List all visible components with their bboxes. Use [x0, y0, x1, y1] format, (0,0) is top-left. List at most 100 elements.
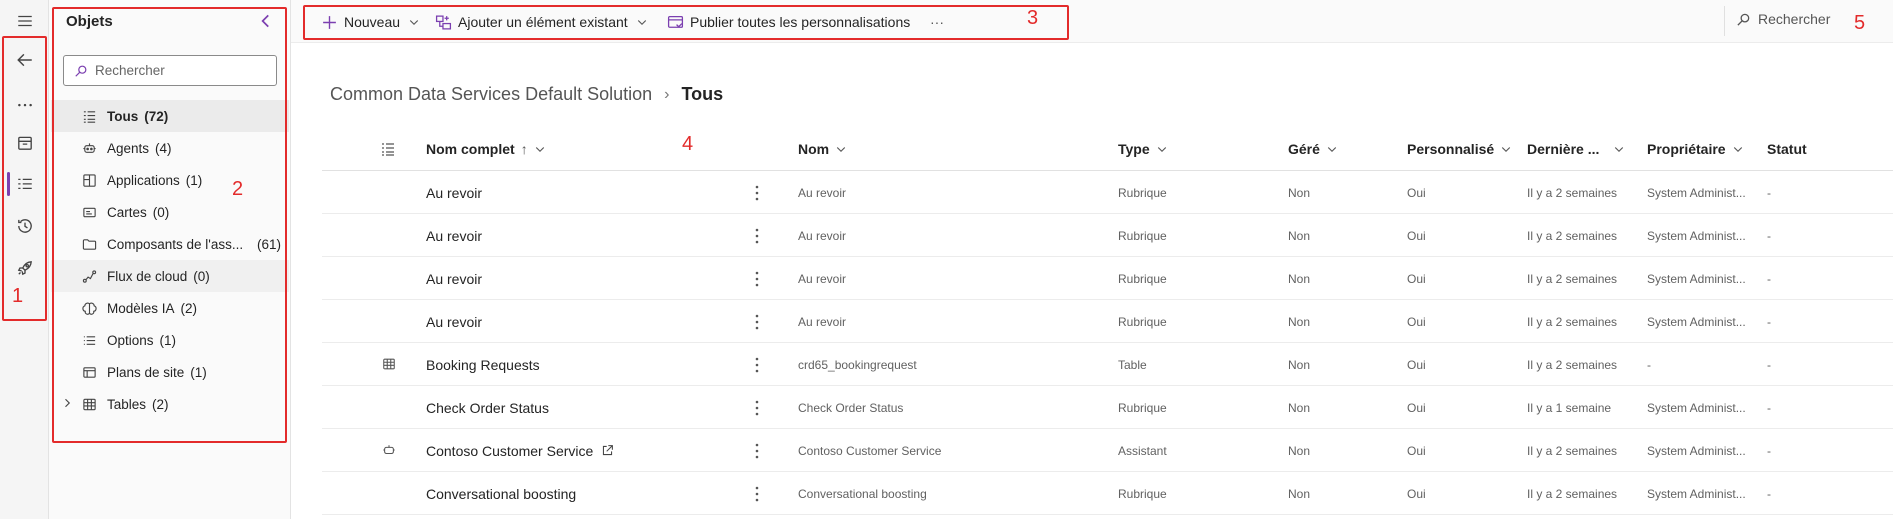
nav-item-agents[interactable]: Agents (4): [51, 132, 289, 164]
cell-name: Au revoir: [798, 314, 847, 329]
table-row[interactable]: Au revoir Au revoir Rubrique Non Oui Il …: [322, 257, 1893, 300]
collapse-chevron-icon[interactable]: [257, 12, 275, 30]
column-header-label: Géré: [1288, 141, 1320, 157]
cell-full-name[interactable]: Check Order Status: [426, 386, 549, 429]
sidebar-search-input[interactable]: Rechercher: [63, 55, 277, 86]
cell-customized: Oui: [1407, 486, 1426, 501]
folder-icon: [81, 236, 97, 252]
solution-package-icon[interactable]: [12, 130, 38, 156]
column-header-label: Nom: [798, 141, 830, 157]
objects-sidebar: Objets Rechercher Tous (72) Agents (4) A…: [49, 0, 291, 519]
add-existing-button[interactable]: Ajouter un élément existant: [435, 11, 648, 33]
nav-item-tables[interactable]: Tables (2): [51, 388, 289, 420]
nav-item-all[interactable]: Tous (72): [51, 100, 289, 132]
sidebar-search-placeholder: Rechercher: [95, 63, 165, 78]
nav-item-count: (61): [256, 236, 281, 252]
table-row[interactable]: Au revoir Au revoir Rubrique Non Oui Il …: [322, 171, 1893, 214]
cell-full-name[interactable]: Au revoir: [426, 300, 482, 343]
nav-item-cards[interactable]: Cartes (0): [51, 196, 289, 228]
row-more-icon[interactable]: [754, 226, 760, 246]
global-search-button[interactable]: Rechercher: [1736, 11, 1830, 27]
table-row[interactable]: Au revoir Au revoir Rubrique Non Oui Il …: [322, 300, 1893, 343]
open-external-icon[interactable]: [601, 444, 614, 457]
row-more-icon[interactable]: [754, 484, 760, 504]
cell-type: Rubrique: [1118, 271, 1167, 286]
row-more-icon[interactable]: [754, 269, 760, 289]
column-header-managed[interactable]: Géré: [1288, 128, 1338, 170]
breadcrumb-current: Tous: [681, 84, 724, 104]
nav-item-ai-models[interactable]: Modèles IA (2): [51, 292, 289, 324]
nav-item-site-maps[interactable]: Plans de site (1): [51, 356, 289, 388]
cell-owner: System Administ...: [1647, 314, 1746, 329]
publish-all-button[interactable]: Publier toutes les personnalisations: [667, 11, 910, 33]
table-row[interactable]: Conversational boosting Conversational b…: [322, 472, 1893, 515]
cell-modified: Il y a 2 semaines: [1527, 357, 1618, 372]
row-more-icon[interactable]: [754, 183, 760, 203]
row-more-icon[interactable]: [754, 355, 760, 375]
breadcrumb-parent[interactable]: Common Data Services Default Solution: [330, 84, 652, 105]
history-icon[interactable]: [12, 213, 38, 239]
nav-item-cloud-flows[interactable]: Flux de cloud (0): [51, 260, 289, 292]
more-commands-button[interactable]: ···: [930, 11, 944, 33]
table-row[interactable]: Contoso Customer Service Contoso Custome…: [322, 429, 1893, 472]
table-row[interactable]: Au revoir Au revoir Rubrique Non Oui Il …: [322, 214, 1893, 257]
cell-full-name[interactable]: Booking Requests: [426, 343, 540, 386]
cell-name: Au revoir: [798, 185, 847, 200]
table-row[interactable]: Booking Requests crd65_bookingrequest Ta…: [322, 343, 1893, 386]
search-icon: [75, 65, 87, 77]
rail-active-indicator: [7, 172, 10, 196]
cell-modified: Il y a 2 semaines: [1527, 185, 1618, 200]
nav-item-count: (1): [159, 332, 177, 348]
chevron-down-icon: [1733, 147, 1742, 153]
breadcrumb: Common Data Services Default Solution › …: [330, 84, 723, 105]
column-header-status[interactable]: Statut: [1767, 128, 1807, 170]
chevron-down-icon: [637, 20, 646, 26]
new-button[interactable]: Nouveau: [321, 11, 420, 33]
cell-status: -: [1767, 400, 1771, 415]
row-more-icon[interactable]: [754, 398, 760, 418]
cell-status: -: [1767, 443, 1771, 458]
column-header-modified[interactable]: Dernière ...: [1527, 128, 1625, 170]
cell-status: -: [1767, 185, 1771, 200]
expand-chevron-icon[interactable]: [61, 397, 73, 409]
nav-item-label: Cartes: [107, 204, 147, 220]
column-options-icon[interactable]: [380, 141, 396, 157]
row-more-icon[interactable]: [754, 441, 760, 461]
column-header-name[interactable]: Nom: [798, 128, 847, 170]
column-header-type[interactable]: Type: [1118, 128, 1168, 170]
cell-modified: Il y a 2 semaines: [1527, 314, 1618, 329]
command-bar-divider: [1724, 6, 1725, 36]
cell-full-name[interactable]: Contoso Customer Service: [426, 429, 614, 472]
cell-managed: Non: [1288, 185, 1311, 200]
card-icon: [81, 204, 97, 220]
nav-item-applications[interactable]: Applications (1): [51, 164, 289, 196]
nav-item-assistant-components[interactable]: Composants de l'ass... (61): [51, 228, 289, 260]
cell-modified: Il y a 2 semaines: [1527, 443, 1618, 458]
cell-full-name[interactable]: Au revoir: [426, 171, 482, 214]
cell-full-name[interactable]: Au revoir: [426, 214, 482, 257]
table-row[interactable]: Check Order Status Check Order Status Ru…: [322, 386, 1893, 429]
annotation-number-4: 4: [682, 133, 694, 155]
nav-item-label: Plans de site: [107, 364, 185, 380]
publish-all-label: Publier toutes les personnalisations: [690, 14, 911, 30]
cell-owner: System Administ...: [1647, 228, 1746, 243]
column-header-full-name[interactable]: Nom complet ↑: [426, 128, 546, 170]
flow-icon: [81, 268, 97, 284]
column-header-owner[interactable]: Propriétaire: [1647, 128, 1744, 170]
more-options-icon[interactable]: [12, 91, 38, 117]
back-arrow-icon[interactable]: [12, 47, 38, 73]
column-header-customized[interactable]: Personnalisé: [1407, 128, 1512, 170]
nav-item-options[interactable]: Options (1): [51, 324, 289, 356]
cell-full-name[interactable]: Au revoir: [426, 257, 482, 300]
row-more-icon[interactable]: [754, 312, 760, 332]
rocket-deploy-icon[interactable]: [12, 255, 38, 281]
hamburger-menu-icon[interactable]: [12, 8, 38, 34]
column-header-label: Type: [1118, 141, 1150, 157]
annotation-number-2: 2: [232, 178, 244, 200]
annotation-number-3: 3: [1027, 7, 1039, 29]
cell-full-name[interactable]: Conversational boosting: [426, 472, 576, 515]
objects-list-icon[interactable]: [12, 172, 38, 198]
app-grid-icon: [81, 172, 97, 188]
cell-owner: System Administ...: [1647, 443, 1746, 458]
add-existing-label: Ajouter un élément existant: [458, 14, 628, 30]
